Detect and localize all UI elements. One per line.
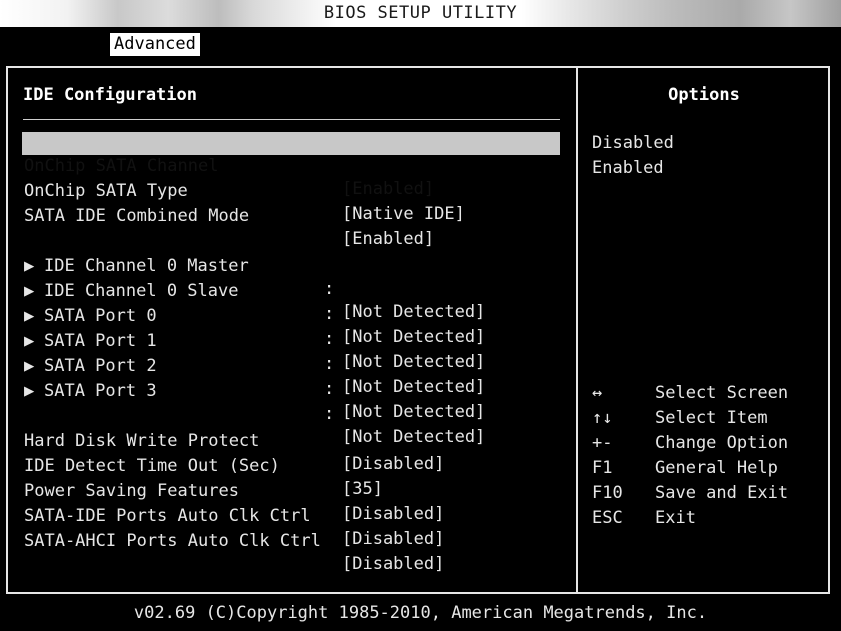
submenu-sata-port-3[interactable]: ▶ SATA Port 3 : [Not Detected] <box>22 357 560 447</box>
help-save-and-exit: F10 Save and Exit <box>592 482 822 505</box>
help-key: ESC <box>592 508 623 528</box>
setting-hard-disk-write-protect[interactable]: Hard Disk Write Protect [Disabled] <box>22 407 560 474</box>
setting-label: SATA IDE Combined Mode <box>24 206 250 226</box>
help-key: F1 <box>592 458 613 478</box>
option-enabled[interactable]: Enabled <box>592 157 664 180</box>
help-desc: Change Option <box>655 433 789 453</box>
bios-title: BIOS SETUP UTILITY <box>323 3 518 23</box>
tab-advanced[interactable]: Advanced <box>110 33 200 56</box>
submenu-arrow-icon: ▶ <box>24 381 35 401</box>
help-desc: General Help <box>655 458 778 478</box>
submenu-colon: : <box>324 379 335 399</box>
submenu-sata-port-0[interactable]: ▶ SATA Port 0 : [Not Detected] <box>22 282 560 372</box>
setting-power-saving-features[interactable]: Power Saving Features [Disabled] <box>22 457 560 524</box>
option-disabled[interactable]: Disabled <box>592 132 674 155</box>
section-divider <box>23 119 560 120</box>
left-right-arrow-icon: ↔ <box>592 383 603 403</box>
plus-minus-icon: +- <box>592 433 613 453</box>
submenu-sata-port-1[interactable]: ▶ SATA Port 1 : [Not Detected] <box>22 307 560 397</box>
section-title: IDE Configuration <box>23 85 197 105</box>
setting-onchip-sata-channel[interactable]: OnChip SATA Channel [Enabled] <box>22 132 560 199</box>
submenu-sata-port-2[interactable]: ▶ SATA Port 2 : [Not Detected] <box>22 332 560 422</box>
help-general-help: F1 General Help <box>592 457 822 480</box>
copyright-footer: v02.69 (C)Copyright 1985-2010, American … <box>133 603 708 623</box>
help-select-item: ↑↓ Select Item <box>592 407 822 430</box>
help-select-screen: ↔ Select Screen <box>592 382 822 405</box>
setting-sata-ide-combined-mode[interactable]: SATA IDE Combined Mode [Enabled] <box>22 182 560 249</box>
setting-onchip-sata-type[interactable]: OnChip SATA Type [Native IDE] <box>22 157 560 224</box>
submenu-label: SATA Port 3 <box>44 381 157 401</box>
help-desc: Exit <box>655 508 696 528</box>
help-desc: Save and Exit <box>655 483 789 503</box>
submenu-ide-channel-0-master[interactable]: ▶ IDE Channel 0 Master : [Not Detected] <box>22 232 560 322</box>
setting-value: [Native IDE] <box>342 204 465 224</box>
panel-divider <box>576 66 578 594</box>
help-exit: ESC Exit <box>592 507 822 530</box>
title-bar: BIOS SETUP UTILITY <box>0 0 841 27</box>
up-down-arrow-icon: ↑↓ <box>592 408 613 428</box>
options-title: Options <box>668 85 740 105</box>
setting-value: [Disabled] <box>342 529 445 549</box>
setting-label: SATA-AHCI Ports Auto Clk Ctrl <box>24 531 321 551</box>
setting-value: [Disabled] <box>342 554 445 574</box>
setting-sata-ide-ports-auto-clk-ctrl[interactable]: SATA-IDE Ports Auto Clk Ctrl [Disabled] <box>22 482 560 549</box>
help-desc: Select Item <box>655 408 768 428</box>
setting-sata-ahci-ports-auto-clk-ctrl[interactable]: SATA-AHCI Ports Auto Clk Ctrl [Disabled] <box>22 507 560 574</box>
help-desc: Select Screen <box>655 383 789 403</box>
setting-ide-detect-time-out[interactable]: IDE Detect Time Out (Sec) [35] <box>22 432 560 499</box>
help-key: F10 <box>592 483 623 503</box>
help-change-option: +- Change Option <box>592 432 822 455</box>
submenu-ide-channel-0-slave[interactable]: ▶ IDE Channel 0 Slave : [Not Detected] <box>22 257 560 347</box>
